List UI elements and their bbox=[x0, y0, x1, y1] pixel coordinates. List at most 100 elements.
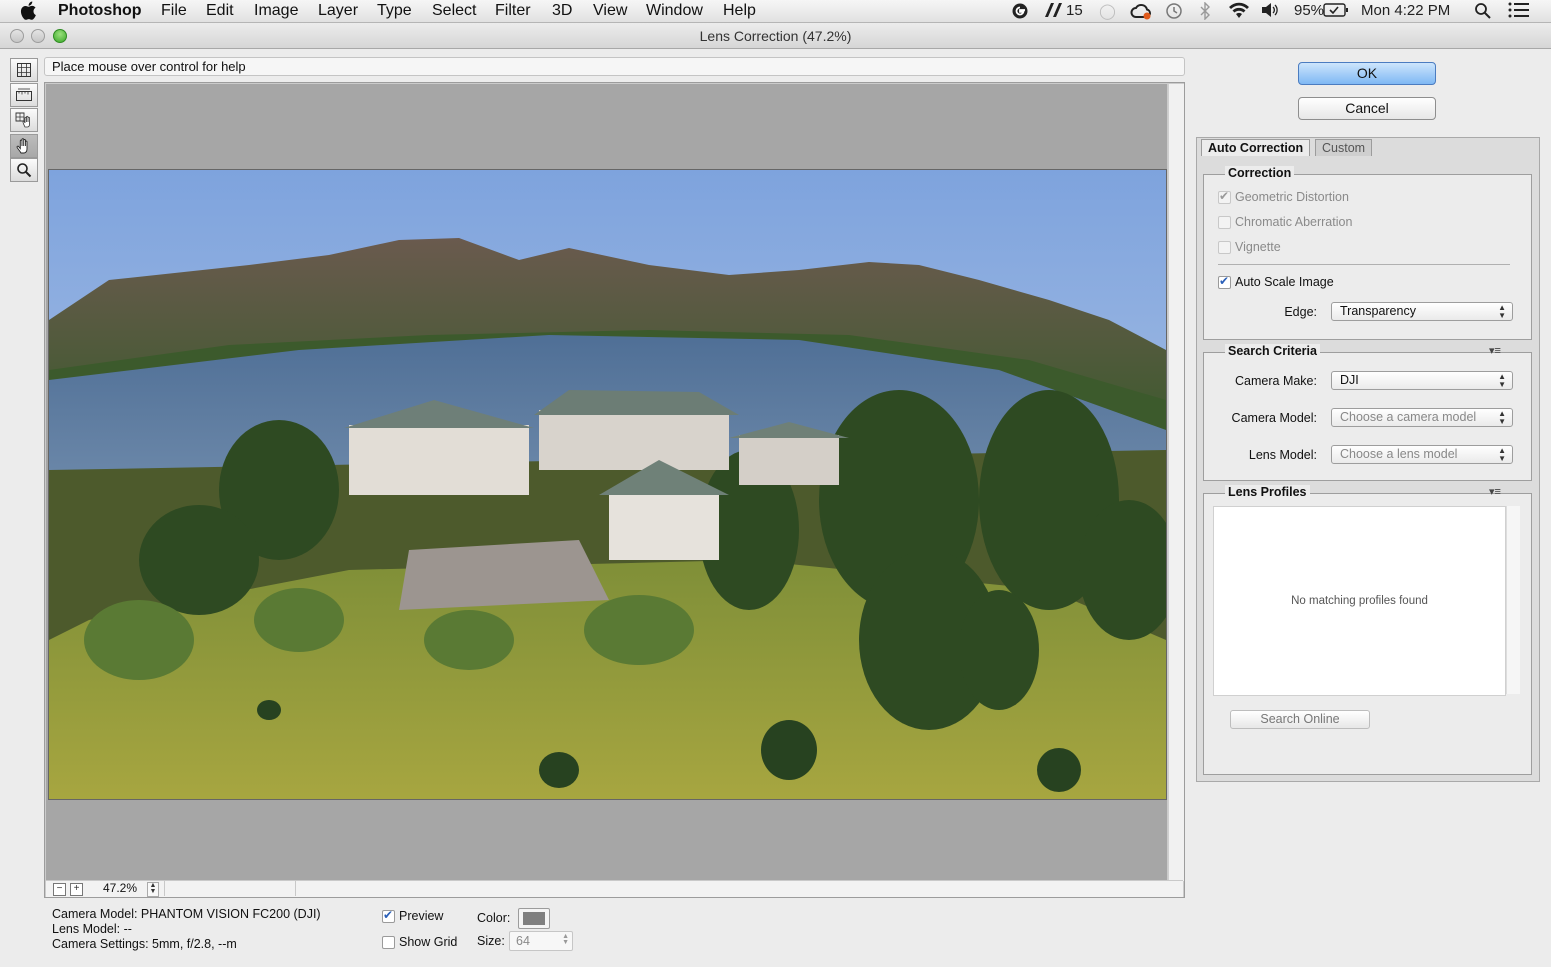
edge-label: Edge: bbox=[1284, 305, 1317, 319]
search-criteria-menu-icon[interactable]: ▾≡ bbox=[1489, 344, 1501, 357]
cloud-sync-icon[interactable]: ◯ bbox=[1099, 2, 1116, 20]
wifi-icon[interactable] bbox=[1228, 2, 1250, 23]
camera-make-label: Camera Make: bbox=[1235, 374, 1317, 388]
geometric-distortion-checkbox[interactable] bbox=[1218, 189, 1231, 204]
camera-make-value: DJI bbox=[1340, 373, 1359, 387]
search-online-button[interactable]: Search Online bbox=[1230, 710, 1370, 729]
no-profiles-message: No matching profiles found bbox=[1291, 595, 1428, 607]
lens-profiles-menu-icon[interactable]: ▾≡ bbox=[1489, 485, 1501, 498]
bluetooth-icon[interactable] bbox=[1200, 1, 1210, 24]
menu-3d[interactable]: 3D bbox=[552, 2, 572, 20]
lens-model-label: Lens Model: bbox=[1248, 448, 1317, 462]
geometric-distortion-label: Geometric Distortion bbox=[1235, 190, 1349, 204]
lens-model-value: Choose a lens model bbox=[1340, 447, 1458, 461]
move-grid-tool[interactable] bbox=[10, 108, 38, 132]
tab-custom[interactable]: Custom bbox=[1315, 139, 1373, 156]
camera-model-info: Camera Model: PHANTOM VISION FC200 (DJI) bbox=[52, 907, 321, 921]
menu-bar: Photoshop File Edit Image Layer Type Sel… bbox=[0, 0, 1551, 23]
auto-scale-image-checkbox[interactable] bbox=[1218, 274, 1231, 289]
grid-color-label: Color: bbox=[477, 911, 511, 925]
apple-logo-icon[interactable] bbox=[20, 1, 37, 23]
menu-file[interactable]: File bbox=[161, 2, 187, 20]
correction-group-title: Correction bbox=[1225, 166, 1295, 180]
correction-group: Correction Geometric Distortion Chromati… bbox=[1203, 166, 1532, 340]
menu-edit[interactable]: Edit bbox=[206, 2, 234, 20]
preview-canvas[interactable] bbox=[46, 84, 1167, 881]
camera-model-select[interactable]: Choose a camera model ▲ ▼ bbox=[1331, 408, 1513, 427]
zoom-level-field[interactable]: 47.2% bbox=[89, 881, 151, 896]
volume-icon[interactable] bbox=[1261, 2, 1279, 22]
chromatic-aberration-checkbox[interactable] bbox=[1218, 216, 1231, 229]
chevron-updown-icon: ▲ ▼ bbox=[1498, 372, 1506, 389]
zoom-level-stepper[interactable]: ▲ ▼ bbox=[147, 882, 159, 897]
straighten-tool[interactable] bbox=[10, 83, 38, 107]
horizontal-scrollbar[interactable] bbox=[164, 881, 296, 896]
grid-size-stepper[interactable]: ▲ ▼ bbox=[562, 933, 569, 946]
menu-view[interactable]: View bbox=[593, 2, 627, 20]
zoom-out-button[interactable]: − bbox=[53, 883, 66, 896]
preview-area: − + 47.2% ▲ ▼ bbox=[44, 82, 1185, 898]
menu-image[interactable]: Image bbox=[254, 2, 298, 20]
adobe-count: 15 bbox=[1066, 2, 1083, 19]
hand-tool[interactable] bbox=[10, 134, 38, 158]
edge-select-value: Transparency bbox=[1340, 304, 1416, 318]
lens-profiles-group: Lens Profiles ▾≡ No matching profiles fo… bbox=[1203, 485, 1532, 775]
window-title: Lens Correction (47.2%) bbox=[699, 28, 852, 44]
zoom-tool[interactable] bbox=[10, 158, 38, 182]
search-criteria-title: Search Criteria bbox=[1225, 344, 1320, 358]
time-machine-icon[interactable] bbox=[1165, 2, 1183, 24]
notification-center-icon[interactable] bbox=[1508, 2, 1530, 22]
hand-icon bbox=[16, 138, 28, 154]
grid-size-label: Size: bbox=[477, 934, 505, 948]
help-text: Place mouse over control for help bbox=[52, 59, 246, 74]
menu-layer[interactable]: Layer bbox=[318, 2, 358, 20]
ok-button[interactable]: OK bbox=[1298, 62, 1436, 85]
remove-distortion-icon bbox=[17, 63, 31, 77]
adobe-icon[interactable] bbox=[1044, 2, 1064, 22]
clock[interactable]: Mon 4:22 PM bbox=[1361, 2, 1450, 19]
window-titlebar: Lens Correction (47.2%) bbox=[0, 23, 1551, 49]
chevron-updown-icon: ▲ ▼ bbox=[1498, 446, 1506, 463]
lens-profiles-list[interactable]: No matching profiles found bbox=[1213, 506, 1506, 696]
app-menu[interactable]: Photoshop bbox=[58, 2, 142, 20]
grid-size-value: 64 bbox=[516, 934, 530, 948]
google-g-icon[interactable] bbox=[1011, 2, 1029, 24]
remove-distortion-tool[interactable] bbox=[10, 58, 38, 82]
search-criteria-group: Search Criteria ▾≡ Camera Make: DJI ▲ ▼ C… bbox=[1203, 344, 1532, 481]
preview-photo[interactable] bbox=[48, 169, 1167, 800]
zoom-bar: − + 47.2% ▲ ▼ bbox=[46, 880, 1183, 897]
chromatic-aberration-label: Chromatic Aberration bbox=[1235, 215, 1353, 229]
landscape-photo-image bbox=[49, 170, 1166, 799]
lens-profiles-scrollbar[interactable] bbox=[1506, 506, 1520, 694]
show-grid-checkbox[interactable] bbox=[382, 936, 395, 949]
menu-filter[interactable]: Filter bbox=[495, 2, 531, 20]
vignette-checkbox[interactable] bbox=[1218, 241, 1231, 254]
magnifier-icon bbox=[17, 163, 32, 178]
camera-model-value: Choose a camera model bbox=[1340, 410, 1477, 424]
correction-divider bbox=[1218, 264, 1510, 265]
menu-help[interactable]: Help bbox=[723, 2, 756, 20]
preview-checkbox[interactable] bbox=[382, 908, 395, 923]
menu-type[interactable]: Type bbox=[377, 2, 412, 20]
menu-window[interactable]: Window bbox=[646, 2, 703, 20]
lens-model-select[interactable]: Choose a lens model ▲ ▼ bbox=[1331, 445, 1513, 464]
spotlight-search-icon[interactable] bbox=[1474, 2, 1491, 23]
battery-icon[interactable] bbox=[1323, 2, 1349, 22]
chevron-updown-icon: ▲ ▼ bbox=[1498, 303, 1506, 320]
auto-scale-image-label: Auto Scale Image bbox=[1235, 275, 1334, 289]
cancel-button[interactable]: Cancel bbox=[1298, 97, 1436, 120]
grid-color-swatch[interactable] bbox=[518, 908, 550, 929]
zoom-in-button[interactable]: + bbox=[70, 883, 83, 896]
tab-auto-correction[interactable]: Auto Correction bbox=[1201, 139, 1311, 156]
menu-select[interactable]: Select bbox=[432, 2, 476, 20]
edge-select[interactable]: Transparency ▲ ▼ bbox=[1331, 302, 1513, 321]
help-text-bar: Place mouse over control for help bbox=[44, 57, 1185, 76]
camera-model-label: Camera Model: bbox=[1231, 411, 1317, 425]
battery-percent: 95% bbox=[1294, 2, 1325, 19]
grid-size-field[interactable]: 64 ▲ ▼ bbox=[509, 931, 573, 951]
lens-profiles-title: Lens Profiles bbox=[1225, 485, 1310, 499]
correction-tab-panel: Auto Correction Custom Correction Geomet… bbox=[1196, 137, 1540, 782]
creative-cloud-icon[interactable] bbox=[1130, 2, 1152, 24]
preview-vertical-scrollbar[interactable] bbox=[1168, 84, 1184, 881]
camera-make-select[interactable]: DJI ▲ ▼ bbox=[1331, 371, 1513, 390]
